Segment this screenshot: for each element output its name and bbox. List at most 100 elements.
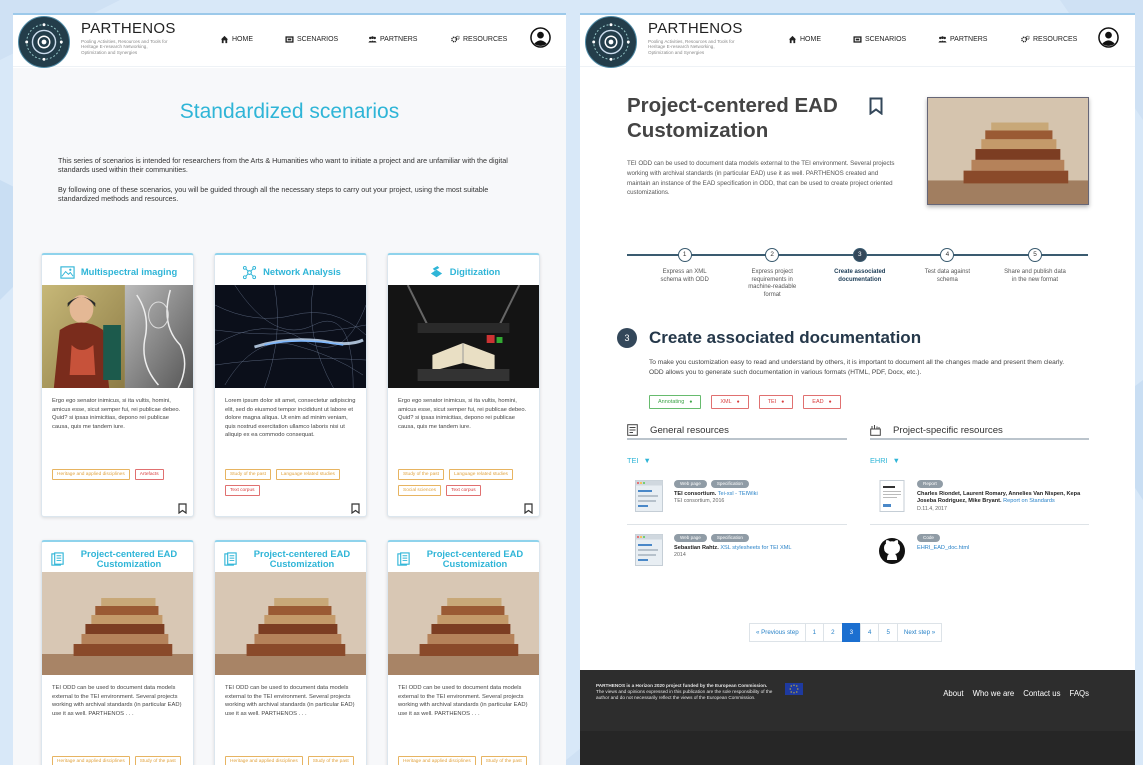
tag[interactable]: Heritage and applied disciplines: [225, 756, 303, 765]
resource-entry[interactable]: Web page Specification Sebastian Rahtz. X…: [635, 534, 847, 578]
brand-name: PARTHENOS: [648, 20, 743, 37]
entry-author: Charles Riondet, Laurent Romary, Annelie…: [917, 491, 1081, 505]
tag-xml[interactable]: XML ●: [711, 395, 749, 409]
tag-icon: ●: [689, 399, 693, 405]
step-4[interactable]: 4 Test data against schema: [915, 243, 979, 284]
network-icon: [243, 265, 257, 279]
page-3[interactable]: 3: [841, 623, 862, 642]
section-title: Create associated documentation: [649, 328, 922, 347]
footer-link-contact[interactable]: Contact us: [1023, 689, 1060, 698]
scenario-card[interactable]: Digitization Ergo ego senator inimicus, …: [387, 253, 540, 517]
page-4[interactable]: 4: [860, 623, 880, 642]
user-icon[interactable]: [1098, 27, 1119, 48]
next-step-button[interactable]: Next step »: [896, 623, 943, 642]
tag[interactable]: Study of the past: [225, 469, 272, 480]
scenario-card[interactable]: Network Analysis Lorem ipsum dolor sit a…: [214, 253, 367, 517]
entry-type-pills: Web page Specification: [674, 534, 847, 542]
tag[interactable]: Language related studies: [449, 469, 513, 480]
project-resources-heading: Project-specific resources: [870, 422, 1089, 440]
card-title-text: Project-centered EAD Customization: [80, 547, 178, 569]
tag-label: Annotating: [658, 399, 685, 405]
page-1[interactable]: 1: [804, 623, 825, 642]
bookmark-icon[interactable]: [869, 97, 883, 115]
digitization-icon: [430, 265, 442, 277]
tag[interactable]: Heritage and applied disciplines: [52, 756, 130, 765]
tag[interactable]: Text corpus: [225, 485, 260, 496]
tag[interactable]: Artefacts: [134, 469, 164, 480]
site-header: PARTHENOS Pooling Activities, Resources …: [580, 15, 1135, 68]
tag-ead[interactable]: EAD ●: [803, 395, 841, 409]
book-icon: [51, 551, 64, 566]
parthenos-logo-icon[interactable]: [585, 16, 637, 68]
scenario-description: TEI ODD can be used to document data mod…: [627, 160, 895, 197]
general-filter-dropdown[interactable]: TEI ▼: [627, 456, 651, 465]
tag[interactable]: Study of the past: [398, 469, 445, 480]
nav-home[interactable]: HOME: [788, 35, 821, 44]
entry-meta: TEI consortium, 2016: [674, 498, 725, 505]
entry-title: EHRI_EAD_doc.html: [917, 545, 1089, 552]
nav-partners-label: PARTNERS: [950, 36, 988, 43]
tag[interactable]: Study of the past: [134, 756, 181, 765]
resource-entry[interactable]: Code EHRI_EAD_doc.html: [878, 534, 1089, 578]
entry-link[interactable]: EHRI_EAD_doc.html: [917, 545, 969, 551]
nav-home[interactable]: HOME: [220, 35, 253, 44]
tag[interactable]: Heritage and applied disciplines: [398, 756, 476, 765]
footer-link-about[interactable]: About: [943, 689, 963, 698]
nav-resources[interactable]: RESOURCES: [451, 35, 507, 44]
step-number: 4: [940, 248, 955, 262]
page-5[interactable]: 5: [878, 623, 898, 642]
scenario-card[interactable]: Project-centered EAD Customization TEI O…: [214, 540, 367, 765]
tag[interactable]: Study of the past: [307, 756, 354, 765]
card-title-text: Digitization: [449, 265, 501, 277]
parthenos-logo-icon[interactable]: [18, 16, 70, 68]
tag-tei[interactable]: TEI ●: [758, 395, 794, 409]
entry-link[interactable]: Tei-xsl - TEIWiki: [718, 491, 758, 497]
step-2[interactable]: 2 Express project requirements in machine…: [740, 243, 804, 299]
page-2[interactable]: 2: [823, 623, 843, 642]
entry-link[interactable]: Report on Standards: [1003, 498, 1055, 504]
page-title: Standardized scenarios: [179, 100, 400, 123]
project-filter-dropdown[interactable]: EHRI ▼: [870, 456, 900, 465]
divider: [627, 524, 847, 525]
step-5[interactable]: 5 Share and publish data in the new forma…: [1003, 243, 1067, 284]
entry-link[interactable]: XSL stylesheets for TEI XML: [720, 545, 791, 551]
card-tags: Heritage and applied disciplines Study o…: [398, 756, 533, 765]
scenarios-list-page: PARTHENOS Pooling Activities, Resources …: [13, 13, 566, 765]
tag[interactable]: Language related studies: [276, 469, 340, 480]
scenario-card[interactable]: Multispectral imaging Ergo ego senator i…: [41, 253, 194, 517]
scenario-card[interactable]: Project-centered EAD Customization TEI O…: [387, 540, 540, 765]
nav-scenarios[interactable]: SCENARIOS: [285, 35, 338, 44]
footer-link-who-we-are[interactable]: Who we are: [973, 689, 1015, 698]
resource-entry[interactable]: Web page Specification TEI consortium. Te…: [635, 480, 847, 524]
step-label: Test data against schema: [924, 269, 971, 283]
bookmark-icon[interactable]: [524, 503, 533, 514]
step-number: 5: [1027, 248, 1042, 262]
brand-name: PARTHENOS: [81, 20, 176, 37]
bookmark-icon[interactable]: [351, 503, 360, 514]
tag[interactable]: Text corpus: [446, 485, 481, 496]
user-icon[interactable]: [530, 27, 551, 48]
step-3[interactable]: 3 Create associated documentation: [828, 243, 892, 284]
filter-label: TEI: [627, 456, 639, 465]
nav-partners[interactable]: PARTNERS: [368, 35, 417, 44]
bookmark-icon[interactable]: [178, 503, 187, 514]
partners-icon: [938, 36, 947, 43]
card-tags: Heritage and applied disciplines Artefac…: [52, 469, 187, 480]
step-1[interactable]: 1 Express an XML schema with ODD: [653, 243, 717, 284]
scenario-card[interactable]: Project-centered EAD Customization TEI O…: [41, 540, 194, 765]
tag-annotating[interactable]: Annotating ●: [649, 395, 702, 409]
previous-step-button[interactable]: « Previous step: [749, 623, 806, 642]
entry-body: Web page Specification Sebastian Rahtz. X…: [674, 534, 847, 560]
nav-resources[interactable]: RESOURCES: [1021, 35, 1077, 44]
tag[interactable]: Social sciences: [398, 485, 442, 496]
tag[interactable]: Study of the past: [480, 756, 527, 765]
nav-partners[interactable]: PARTNERS: [938, 35, 987, 44]
tag[interactable]: Heritage and applied disciplines: [52, 469, 130, 480]
footer-bottom-bar: [580, 731, 1135, 765]
resource-entry[interactable]: Report Charles Riondet, Laurent Romary, …: [878, 480, 1089, 524]
nav-scenarios[interactable]: SCENARIOS: [853, 35, 906, 44]
caret-down-icon: ▼: [892, 456, 900, 465]
footer-link-faqs[interactable]: FAQs: [1070, 689, 1090, 698]
step-label: Share and publish data in the new format: [1004, 269, 1066, 283]
nav-scenarios-label: SCENARIOS: [865, 36, 907, 43]
